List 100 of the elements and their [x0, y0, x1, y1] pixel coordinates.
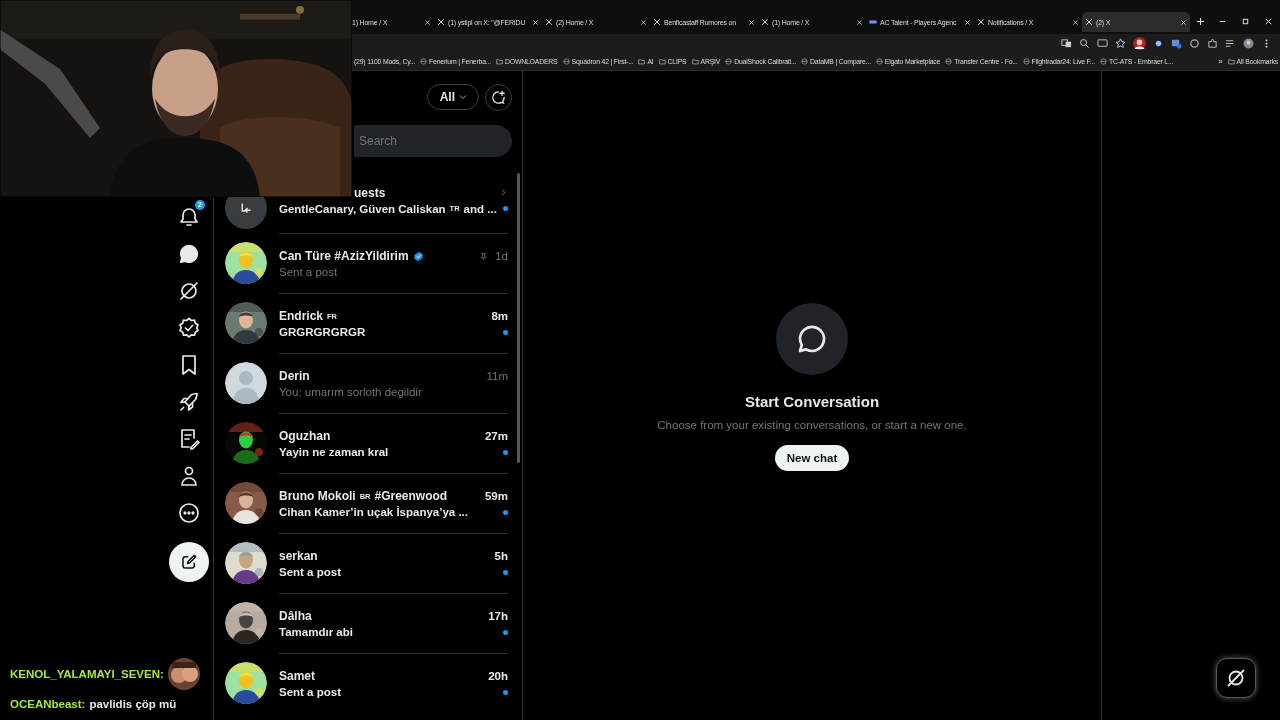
conversation-row[interactable]: Dâlha 17h Tamamdır abi — [214, 593, 522, 653]
message-preview: Sent a post — [279, 686, 341, 698]
caret-icon — [458, 92, 468, 102]
message-preview: Sent a post — [279, 266, 338, 278]
close-icon[interactable] — [856, 18, 863, 26]
message-time: 1d — [495, 250, 508, 262]
globe-icon — [725, 57, 733, 65]
folder-icon — [495, 57, 503, 65]
close-icon[interactable] — [424, 18, 431, 26]
restore-icon[interactable] — [1241, 17, 1250, 26]
message-time: 27m — [484, 430, 508, 442]
compose-icon — [180, 553, 198, 571]
chat-message: pavlidis çöp mü — [89, 698, 177, 710]
message-time: 8m — [491, 310, 508, 322]
star-icon[interactable] — [1115, 37, 1126, 49]
contact-name: Can Türe #AzizYildirim — [279, 249, 409, 263]
overflow-chevron[interactable]: » — [1218, 56, 1223, 66]
message-time: 17h — [488, 610, 508, 622]
filter-dropdown[interactable]: All — [426, 84, 479, 110]
conversation-row[interactable]: Oguzhan 27m Yayin ne zaman kral — [214, 413, 522, 473]
new-chat-button[interactable]: New chat — [774, 445, 850, 471]
message-time: 11m — [486, 370, 508, 382]
translate-icon[interactable] — [1061, 37, 1072, 49]
contact-name: Derin — [279, 369, 310, 383]
globe-icon — [420, 57, 428, 65]
contact-hashtag: #Greenwood — [374, 489, 448, 503]
contact-name: Endrick — [279, 309, 323, 323]
folder-icon — [691, 57, 699, 65]
globe-icon — [1022, 57, 1030, 65]
requests-title[interactable]: uests — [354, 185, 386, 200]
conversation-row[interactable]: Can Türe #AzizYildirim 1d Sent a post — [214, 233, 522, 293]
message-preview: Cihan Kamer’in uçak İspanya’ya ... — [279, 506, 468, 518]
rocket-icon[interactable] — [177, 390, 201, 414]
contact-name: Oguzhan — [279, 429, 331, 443]
grok-icon[interactable] — [177, 279, 201, 303]
playlist-icon[interactable] — [1225, 37, 1236, 49]
scrollbar[interactable] — [517, 173, 520, 463]
globe-icon — [562, 57, 570, 65]
extension-icon[interactable] — [1171, 37, 1182, 49]
verified-icon[interactable] — [177, 316, 201, 340]
empty-state-text: Choose from your existing conversations, or start a new one. — [657, 419, 967, 431]
message-preview: Yayin ne zaman kral — [279, 446, 389, 458]
close-icon[interactable] — [748, 18, 755, 26]
x-icon — [761, 18, 769, 26]
close-icon[interactable] — [532, 18, 539, 26]
extension-icon[interactable] — [1189, 37, 1200, 49]
messages-icon[interactable] — [177, 242, 201, 266]
screen-icon[interactable] — [1097, 37, 1108, 49]
requests-preview: and ... — [463, 202, 497, 215]
flag-icon — [869, 18, 877, 26]
close-icon[interactable] — [964, 18, 971, 26]
zoom-icon[interactable] — [1079, 37, 1090, 49]
more-icon[interactable] — [177, 501, 201, 525]
close-icon[interactable] — [640, 18, 647, 26]
conversation-row[interactable]: Samet 20h Sent a post — [214, 653, 522, 713]
close-icon[interactable] — [1180, 18, 1187, 26]
contact-name: Samet — [279, 669, 316, 683]
globe-icon — [801, 57, 809, 65]
globe-icon — [875, 57, 883, 65]
search-field[interactable]: Search — [354, 125, 512, 157]
folder-icon — [1227, 57, 1235, 65]
new-message-button[interactable] — [485, 83, 512, 111]
unread-dot — [503, 689, 508, 695]
chat-username: KENOL_YALAMAYI_SEVEN: — [10, 668, 164, 680]
default-avatar-icon — [225, 362, 267, 404]
conversation-row[interactable]: serkan 5h Sent a post — [214, 533, 522, 593]
folder-icon — [638, 57, 646, 65]
unread-dot — [503, 629, 508, 635]
contact-name: Dâlha — [279, 609, 312, 623]
puzzle-icon[interactable] — [1207, 37, 1218, 49]
x-icon — [1085, 18, 1093, 26]
message-preview: You: umarım sorloth degildir — [279, 386, 422, 398]
message-preview: Tamamdır abi — [279, 626, 353, 638]
compose-button[interactable] — [169, 542, 209, 582]
x-icon — [545, 18, 553, 26]
new-message-icon — [490, 88, 507, 106]
message-time: 20h — [488, 670, 508, 682]
unread-dot — [503, 329, 508, 335]
close-icon[interactable] — [1072, 18, 1079, 26]
message-time: 59m — [484, 490, 508, 502]
x-icon — [437, 18, 445, 26]
globe-icon — [945, 57, 953, 65]
empty-state-title: Start Conversation — [744, 393, 880, 410]
message-time: 5h — [494, 550, 508, 562]
new-tab-icon[interactable] — [1196, 17, 1205, 26]
globe-icon — [1099, 57, 1107, 65]
requests-preview: GentleCanary, Güven Caliskan — [279, 202, 446, 215]
chevron-right-icon — [499, 188, 508, 197]
x-icon — [977, 18, 985, 26]
x-icon — [653, 18, 661, 26]
unread-dot — [503, 449, 508, 455]
message-preview: GRGRGRGRGR — [279, 326, 366, 338]
grok-button[interactable] — [1216, 658, 1256, 698]
notifications-icon[interactable] — [177, 205, 201, 229]
chat-username: OCEANbeast: — [10, 698, 86, 710]
message-preview: Sent a post — [279, 566, 341, 578]
unread-dot — [503, 569, 508, 575]
contact-name: serkan — [279, 549, 318, 563]
conversation-row[interactable]: Derin 11m You: umarım sorloth degildir — [214, 353, 522, 413]
unread-dot — [503, 509, 508, 515]
